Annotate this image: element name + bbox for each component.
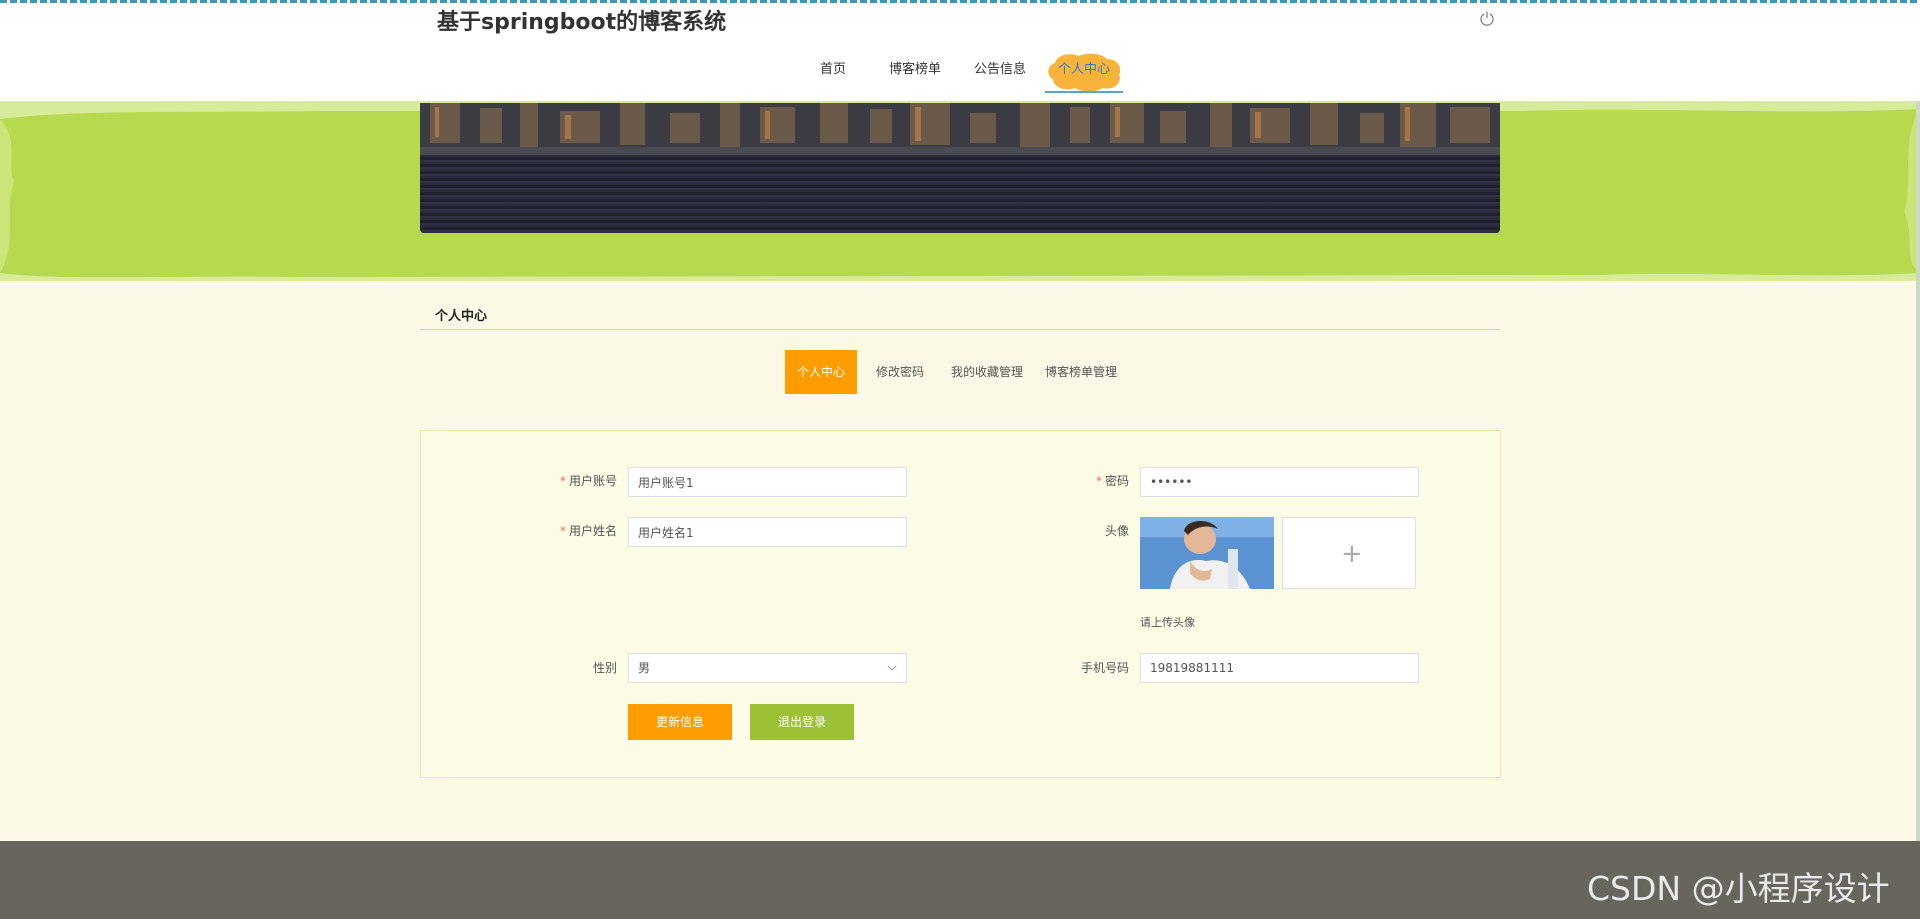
tab-my-favorites[interactable]: 我的收藏管理 [951,350,1023,394]
password-label: * 密码 [1095,474,1129,488]
required-mark: * [1095,474,1102,488]
required-mark: * [559,474,566,488]
username-input[interactable] [628,467,907,497]
nav-active-underline [1045,91,1123,93]
realname-label: * 用户姓名 [559,524,617,538]
phone-label: 手机号码 [1080,661,1129,675]
nav-active-label: 个人中心 [1057,62,1110,77]
username-label: * 用户账号 [559,474,617,488]
tab-personal-center[interactable]: 个人中心 [785,350,857,394]
avatar-image[interactable] [1140,517,1274,589]
gender-select[interactable]: 男 [628,653,907,683]
avatar-photo [1140,517,1274,589]
site-title: 基于springboot的博客系统 [437,10,727,35]
section-divider [420,329,1500,330]
main-nav: 首页 博客榜单 公告信息 个人中心 [0,53,1920,93]
password-input[interactable] [1140,467,1419,497]
realname-input[interactable] [628,517,907,547]
page-scrollbar[interactable] [1916,101,1920,919]
phone-input[interactable] [1140,653,1419,683]
city-skyline [420,103,1500,158]
top-decor-line [0,0,1920,3]
nav-item-personal-center[interactable]: 个人中心 [1045,53,1123,93]
update-info-button[interactable]: 更新信息 [628,704,732,740]
chevron-down-icon [887,665,897,671]
nav-item-announcements[interactable]: 公告信息 [974,58,1026,77]
nav-item-home[interactable]: 首页 [820,58,846,77]
center-tabs: 个人中心 修改密码 我的收藏管理 博客榜单管理 [0,350,1920,394]
banner-water [420,155,1500,233]
gender-label: 性别 [592,661,617,675]
avatar-upload-button[interactable]: + [1282,517,1416,589]
top-header: 基于springboot的博客系统 首页 博客榜单 公告信息 个人中心 [0,0,1920,101]
gender-select-value: 男 [638,661,651,675]
tab-blog-ranking-manage[interactable]: 博客榜单管理 [1045,350,1117,394]
plus-icon: + [1341,539,1363,569]
nav-item-blog-ranking[interactable]: 博客榜单 [889,58,941,77]
section-title: 个人中心 [435,309,488,324]
csdn-watermark: CSDN @小程序设计 [1587,869,1890,908]
avatar-upload-hint: 请上传头像 [1140,616,1195,629]
banner-image [420,103,1500,233]
tab-change-password[interactable]: 修改密码 [876,350,924,394]
avatar-label: 头像 [1104,524,1129,538]
logout-button[interactable]: 退出登录 [750,704,854,740]
power-icon[interactable] [1479,10,1495,26]
required-mark: * [559,524,566,538]
